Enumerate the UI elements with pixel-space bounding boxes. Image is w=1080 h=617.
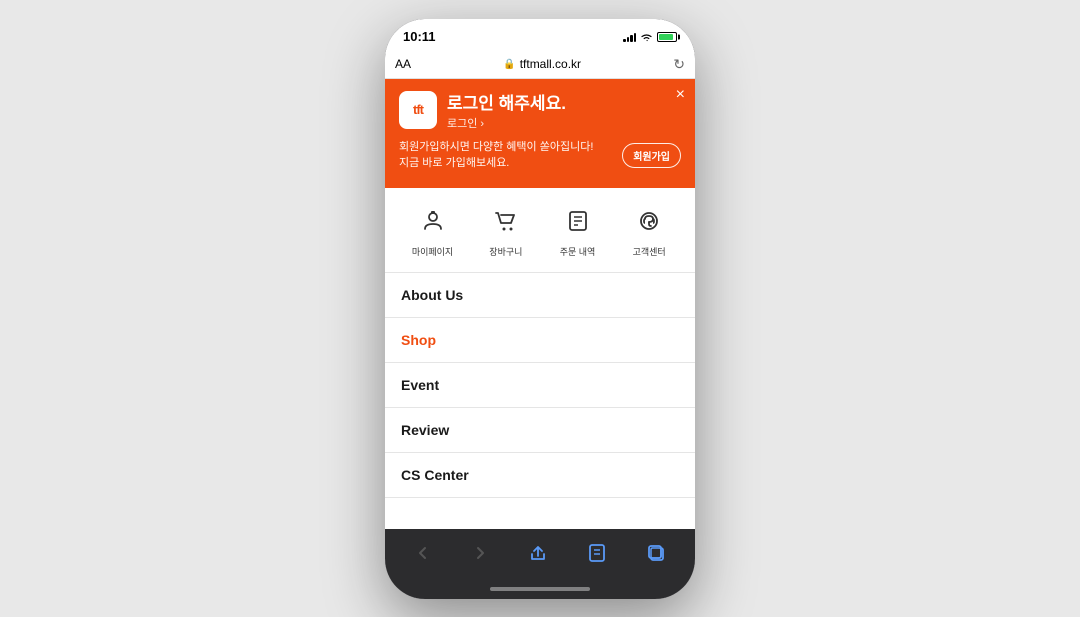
nav-label-about: About Us bbox=[401, 287, 463, 303]
nav-label-cs-center: CS Center bbox=[401, 467, 469, 483]
refresh-icon[interactable]: ↻ bbox=[673, 56, 685, 73]
url-aa-button[interactable]: AA bbox=[395, 57, 411, 71]
share-button[interactable] bbox=[520, 539, 556, 567]
login-text-block: 로그인 해주세요. 로그인 › bbox=[447, 89, 566, 131]
quick-icon-cart[interactable]: 장바구니 bbox=[487, 202, 525, 258]
nav-item-shop[interactable]: Shop bbox=[385, 318, 695, 363]
phone-frame: 10:11 AA 🔒 tftmall.co. bbox=[385, 19, 695, 599]
nav-label-shop: Shop bbox=[401, 332, 436, 348]
quick-icon-orders[interactable]: 주문 내역 bbox=[559, 202, 597, 258]
orders-label: 주문 내역 bbox=[560, 245, 596, 258]
battery-icon bbox=[657, 32, 677, 42]
url-text: tftmall.co.kr bbox=[520, 57, 581, 71]
nav-label-event: Event bbox=[401, 377, 439, 393]
quick-icon-cs[interactable]: 고객센터 bbox=[630, 202, 668, 258]
phone-screen: 10:11 AA 🔒 tftmall.co. bbox=[385, 19, 695, 599]
cart-icon bbox=[487, 202, 525, 240]
quick-icon-mypage[interactable]: 마이페이지 bbox=[412, 202, 453, 258]
cs-label: 고객센터 bbox=[633, 245, 666, 258]
join-button[interactable]: 회원가입 bbox=[622, 143, 681, 168]
orders-icon bbox=[559, 202, 597, 240]
bookmarks-button[interactable] bbox=[579, 539, 615, 567]
lock-icon: 🔒 bbox=[503, 59, 515, 70]
member-text-line2: 지금 바로 가입해보세요. bbox=[399, 157, 509, 169]
url-field[interactable]: 🔒 tftmall.co.kr bbox=[419, 57, 665, 71]
bottom-toolbar bbox=[385, 529, 695, 583]
cart-label: 장바구니 bbox=[489, 245, 522, 258]
back-button[interactable] bbox=[406, 540, 440, 566]
url-bar: AA 🔒 tftmall.co.kr ↻ bbox=[385, 51, 695, 79]
home-indicator bbox=[385, 583, 695, 599]
mypage-label: 마이페이지 bbox=[412, 245, 453, 258]
status-icons bbox=[623, 32, 677, 42]
tabs-button[interactable] bbox=[638, 539, 674, 567]
orange-banner: × tft 로그인 해주세요. 로그인 › 회원가입하시면 다양한 혜택이 쏟아… bbox=[385, 79, 695, 188]
quick-icons-section: 마이페이지 장바구니 bbox=[385, 188, 695, 273]
home-bar bbox=[490, 587, 590, 591]
nav-menu: About Us Shop Event Review CS Center bbox=[385, 273, 695, 529]
member-text-line1: 회원가입하시면 다양한 혜택이 쏟아집니다! bbox=[399, 141, 593, 153]
signal-icon bbox=[623, 32, 636, 42]
login-link[interactable]: 로그인 › bbox=[447, 115, 566, 131]
mypage-icon bbox=[414, 202, 452, 240]
close-button[interactable]: × bbox=[676, 87, 685, 103]
nav-label-review: Review bbox=[401, 422, 449, 438]
nav-item-event[interactable]: Event bbox=[385, 363, 695, 408]
member-row: 회원가입하시면 다양한 혜택이 쏟아집니다! 지금 바로 가입해보세요. 회원가… bbox=[399, 139, 681, 172]
tft-logo: tft bbox=[399, 91, 437, 129]
cs-icon bbox=[630, 202, 668, 240]
wifi-icon bbox=[640, 32, 653, 42]
login-heading: 로그인 해주세요. bbox=[447, 89, 566, 114]
nav-item-cs-center[interactable]: CS Center bbox=[385, 453, 695, 498]
nav-item-about[interactable]: About Us bbox=[385, 273, 695, 318]
forward-button[interactable] bbox=[463, 540, 497, 566]
status-time: 10:11 bbox=[403, 29, 436, 44]
status-bar: 10:11 bbox=[385, 19, 695, 51]
content-area: × tft 로그인 해주세요. 로그인 › 회원가입하시면 다양한 혜택이 쏟아… bbox=[385, 79, 695, 529]
nav-item-review[interactable]: Review bbox=[385, 408, 695, 453]
member-text: 회원가입하시면 다양한 혜택이 쏟아집니다! 지금 바로 가입해보세요. bbox=[399, 139, 593, 172]
login-row: tft 로그인 해주세요. 로그인 › bbox=[399, 89, 681, 131]
